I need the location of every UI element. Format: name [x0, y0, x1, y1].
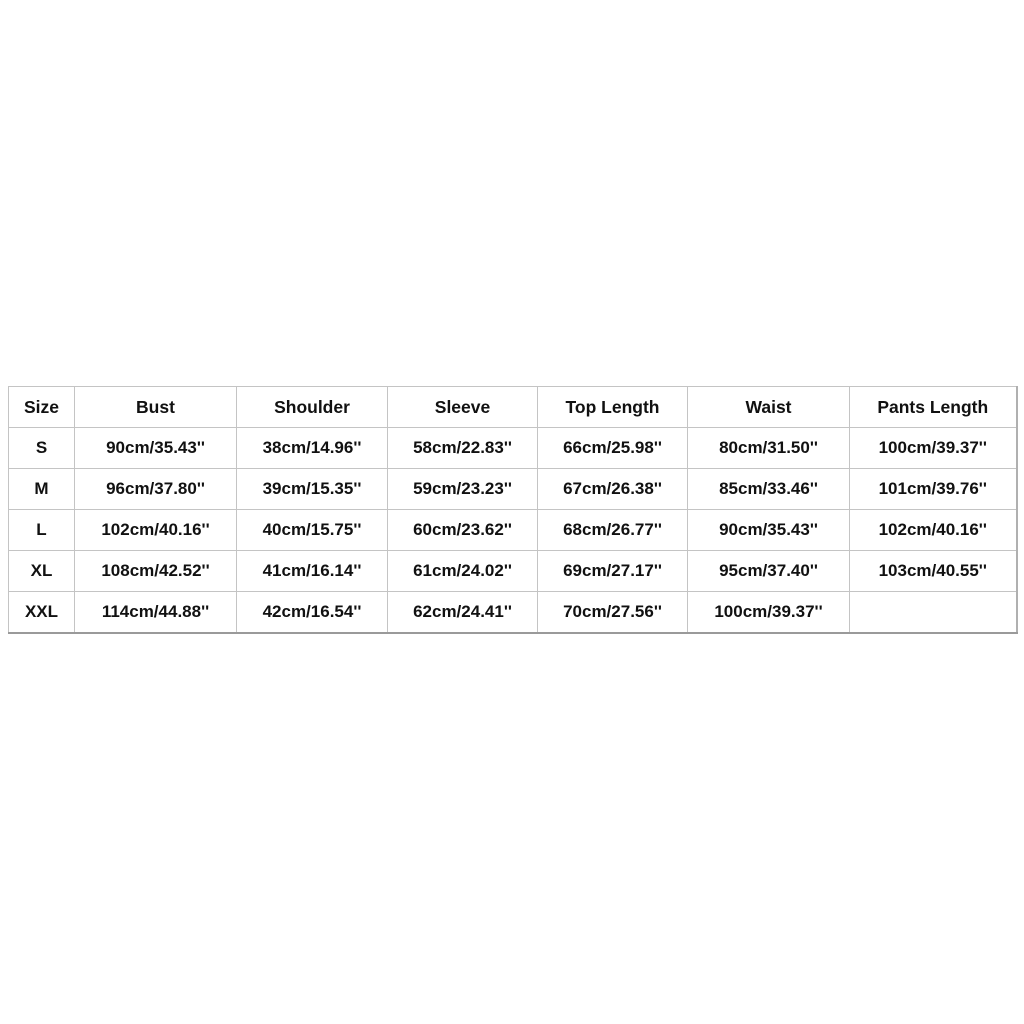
cell-shoulder: 41cm/16.14'' [236, 550, 388, 592]
cell-sleeve: 62cm/24.41'' [387, 591, 538, 634]
table-row: XXL 114cm/44.88'' 42cm/16.54'' 62cm/24.41''… [8, 591, 1017, 634]
cell-size: M [8, 468, 75, 510]
header-shoulder: Shoulder [236, 386, 388, 428]
cell-size: XXL [8, 591, 75, 634]
cell-bust: 108cm/42.52'' [74, 550, 237, 592]
table-row: S 90cm/35.43'' 38cm/14.96'' 58cm/22.83'' 66c… [8, 427, 1017, 469]
table-row: L 102cm/40.16'' 40cm/15.75'' 60cm/23.62'' 68… [8, 509, 1017, 551]
cell-shoulder: 39cm/15.35'' [236, 468, 388, 510]
cell-pants-length: 101cm/39.76'' [849, 468, 1017, 510]
cell-shoulder: 38cm/14.96'' [236, 427, 388, 469]
header-bust: Bust [74, 386, 237, 428]
cell-sleeve: 59cm/23.23'' [387, 468, 538, 510]
size-chart-table: Size Bust Shoulder Sleeve Top Length Wai… [8, 386, 1018, 634]
cell-pants-length: 100cm/39.37'' [849, 427, 1017, 469]
cell-bust: 96cm/37.80'' [74, 468, 237, 510]
cell-bust: 102cm/40.16'' [74, 509, 237, 551]
cell-waist: 90cm/35.43'' [687, 509, 850, 551]
cell-sleeve: 61cm/24.02'' [387, 550, 538, 592]
cell-size: S [8, 427, 75, 469]
cell-top-length: 66cm/25.98'' [537, 427, 688, 469]
cell-waist: 80cm/31.50'' [687, 427, 850, 469]
table-row: M 96cm/37.80'' 39cm/15.35'' 59cm/23.23'' 67c… [8, 468, 1017, 510]
cell-shoulder: 40cm/15.75'' [236, 509, 388, 551]
cell-top-length: 70cm/27.56'' [537, 591, 688, 634]
header-sleeve: Sleeve [387, 386, 538, 428]
header-waist: Waist [687, 386, 850, 428]
cell-top-length: 68cm/26.77'' [537, 509, 688, 551]
cell-pants-length [849, 591, 1017, 634]
cell-waist: 85cm/33.46'' [687, 468, 850, 510]
cell-bust: 90cm/35.43'' [74, 427, 237, 469]
cell-size: XL [8, 550, 75, 592]
cell-sleeve: 60cm/23.62'' [387, 509, 538, 551]
cell-shoulder: 42cm/16.54'' [236, 591, 388, 634]
table-row: XL 108cm/42.52'' 41cm/16.14'' 61cm/24.02'' 6… [8, 550, 1017, 592]
cell-waist: 100cm/39.37'' [687, 591, 850, 634]
cell-pants-length: 102cm/40.16'' [849, 509, 1017, 551]
cell-top-length: 67cm/26.38'' [537, 468, 688, 510]
cell-sleeve: 58cm/22.83'' [387, 427, 538, 469]
cell-pants-length: 103cm/40.55'' [849, 550, 1017, 592]
header-pants-length: Pants Length [849, 386, 1017, 428]
cell-size: L [8, 509, 75, 551]
header-row: Size Bust Shoulder Sleeve Top Length Wai… [8, 386, 1017, 428]
header-top-length: Top Length [537, 386, 688, 428]
header-size: Size [8, 386, 75, 428]
cell-top-length: 69cm/27.17'' [537, 550, 688, 592]
cell-waist: 95cm/37.40'' [687, 550, 850, 592]
cell-bust: 114cm/44.88'' [74, 591, 237, 634]
